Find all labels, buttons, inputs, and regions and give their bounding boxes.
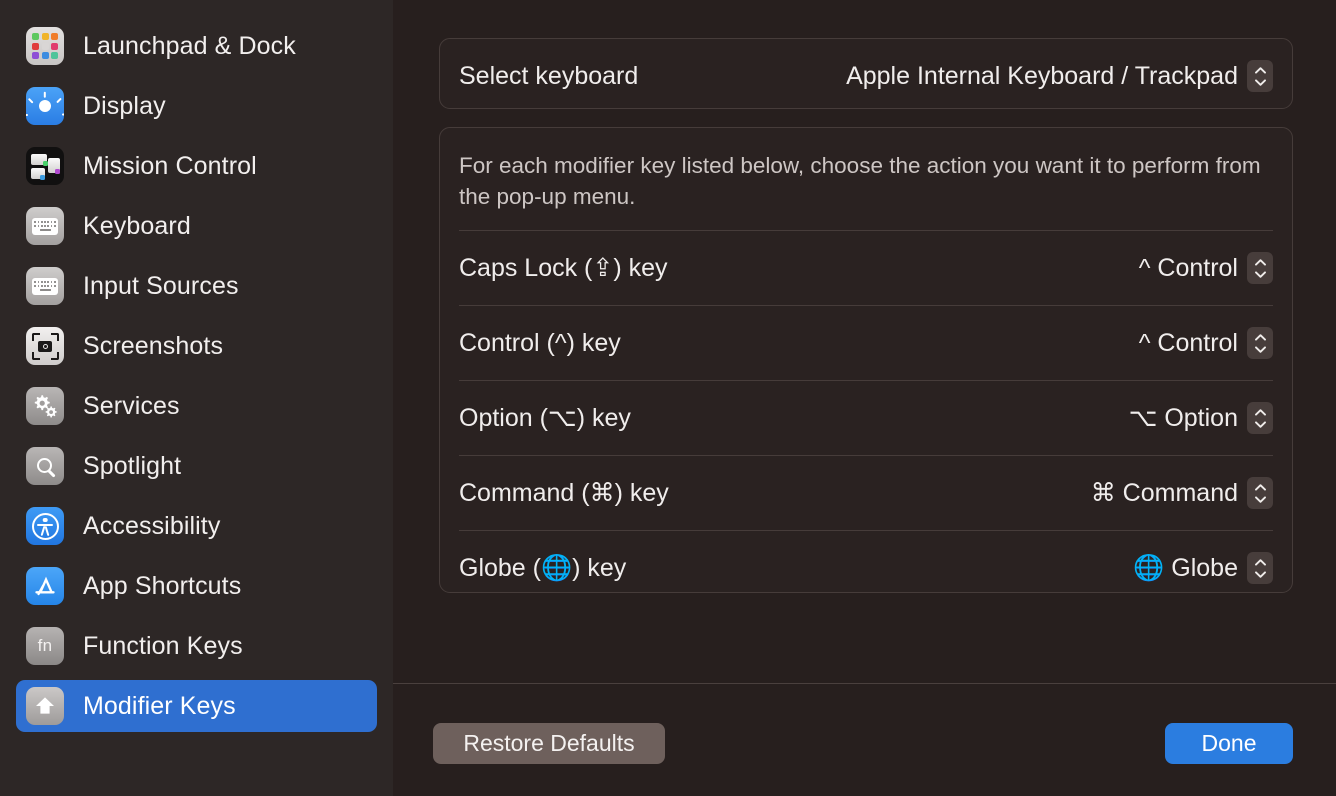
- accessibility-icon: [26, 507, 64, 545]
- sidebar-item-display[interactable]: Display: [16, 80, 377, 132]
- chevron-updown-icon[interactable]: [1247, 60, 1273, 92]
- table-row: Control (^) key ^ Control: [440, 306, 1292, 380]
- select-keyboard-popup[interactable]: Apple Internal Keyboard / Trackpad: [846, 60, 1273, 92]
- content-area: Select keyboard Apple Internal Keyboard …: [393, 0, 1336, 796]
- sidebar: Launchpad & Dock Display Mission Control: [0, 0, 393, 796]
- sidebar-item-label: Mission Control: [83, 152, 257, 181]
- chevron-updown-icon[interactable]: [1247, 327, 1273, 359]
- input-sources-icon: [26, 267, 64, 305]
- sidebar-item-accessibility[interactable]: Accessibility: [16, 500, 377, 552]
- table-row: Command (⌘) key ⌘ Command: [440, 456, 1292, 530]
- mission-control-icon: [26, 147, 64, 185]
- sidebar-item-keyboard[interactable]: Keyboard: [16, 200, 377, 252]
- sidebar-item-label: Function Keys: [83, 632, 243, 661]
- chevron-updown-icon[interactable]: [1247, 552, 1273, 584]
- modifier-action-popup[interactable]: ^ Control: [1139, 252, 1273, 284]
- select-keyboard-panel: Select keyboard Apple Internal Keyboard …: [439, 38, 1293, 109]
- table-row: Option (⌥) key ⌥ Option: [440, 381, 1292, 455]
- services-gears-icon: [26, 387, 64, 425]
- sidebar-item-services[interactable]: Services: [16, 380, 377, 432]
- modifier-row-label: Caps Lock (⇪) key: [459, 253, 668, 283]
- modifier-action-popup[interactable]: 🌐 Globe: [1133, 552, 1273, 584]
- modifier-action-popup[interactable]: ⌥ Option: [1129, 402, 1273, 434]
- sidebar-item-label: Screenshots: [83, 332, 223, 361]
- modifier-action-value: ⌘ Command: [1091, 478, 1238, 508]
- modifier-action-value: ^ Control: [1139, 254, 1238, 283]
- sidebar-item-label: Keyboard: [83, 212, 191, 241]
- display-icon: [26, 87, 64, 125]
- select-keyboard-value: Apple Internal Keyboard / Trackpad: [846, 62, 1238, 91]
- sidebar-item-input-sources[interactable]: Input Sources: [16, 260, 377, 312]
- modifier-keys-panel: For each modifier key listed below, choo…: [439, 127, 1293, 593]
- sidebar-item-launchpad-dock[interactable]: Launchpad & Dock: [16, 20, 377, 72]
- modifier-action-popup[interactable]: ^ Control: [1139, 327, 1273, 359]
- modifier-action-popup[interactable]: ⌘ Command: [1091, 477, 1273, 509]
- screenshots-icon: [26, 327, 64, 365]
- launchpad-icon: [26, 27, 64, 65]
- fn-key-icon: fn: [26, 627, 64, 665]
- keyboard-icon: [26, 207, 64, 245]
- sidebar-item-app-shortcuts[interactable]: App Shortcuts: [16, 560, 377, 612]
- chevron-updown-icon[interactable]: [1247, 477, 1273, 509]
- footer-divider: [393, 683, 1336, 684]
- table-row: Caps Lock (⇪) key ^ Control: [440, 231, 1292, 305]
- done-button[interactable]: Done: [1165, 723, 1293, 764]
- sidebar-item-label: Input Sources: [83, 272, 239, 301]
- shift-arrow-icon: [26, 687, 64, 725]
- modifier-keys-description: For each modifier key listed below, choo…: [440, 128, 1292, 230]
- sidebar-item-screenshots[interactable]: Screenshots: [16, 320, 377, 372]
- modifier-action-value: ^ Control: [1139, 329, 1238, 358]
- sidebar-item-mission-control[interactable]: Mission Control: [16, 140, 377, 192]
- sidebar-item-spotlight[interactable]: Spotlight: [16, 440, 377, 492]
- table-row: Globe (🌐) key 🌐 Globe: [440, 531, 1292, 605]
- spotlight-magnifier-icon: [26, 447, 64, 485]
- restore-defaults-button[interactable]: Restore Defaults: [433, 723, 665, 764]
- sidebar-item-label: Display: [83, 92, 166, 121]
- chevron-updown-icon[interactable]: [1247, 402, 1273, 434]
- modifier-action-value: ⌥ Option: [1129, 403, 1238, 433]
- system-settings-window: Launchpad & Dock Display Mission Control: [0, 0, 1336, 796]
- sidebar-item-label: Services: [83, 392, 180, 421]
- sidebar-item-label: Accessibility: [83, 512, 220, 541]
- modifier-row-label: Control (^) key: [459, 329, 621, 358]
- sidebar-item-label: Launchpad & Dock: [83, 32, 296, 61]
- sidebar-item-label: Spotlight: [83, 452, 181, 481]
- select-keyboard-row: Select keyboard Apple Internal Keyboard …: [440, 39, 1292, 113]
- sidebar-item-label: App Shortcuts: [83, 572, 241, 601]
- sidebar-item-function-keys[interactable]: fn Function Keys: [16, 620, 377, 672]
- modifier-row-label: Command (⌘) key: [459, 478, 669, 508]
- modifier-action-value: 🌐 Globe: [1133, 554, 1238, 583]
- modifier-row-label: Option (⌥) key: [459, 403, 631, 433]
- select-keyboard-label: Select keyboard: [459, 62, 638, 91]
- modifier-row-label: Globe (🌐) key: [459, 554, 626, 583]
- sidebar-item-modifier-keys[interactable]: Modifier Keys: [16, 680, 377, 732]
- app-store-icon: [26, 567, 64, 605]
- chevron-updown-icon[interactable]: [1247, 252, 1273, 284]
- sidebar-item-label: Modifier Keys: [83, 692, 236, 721]
